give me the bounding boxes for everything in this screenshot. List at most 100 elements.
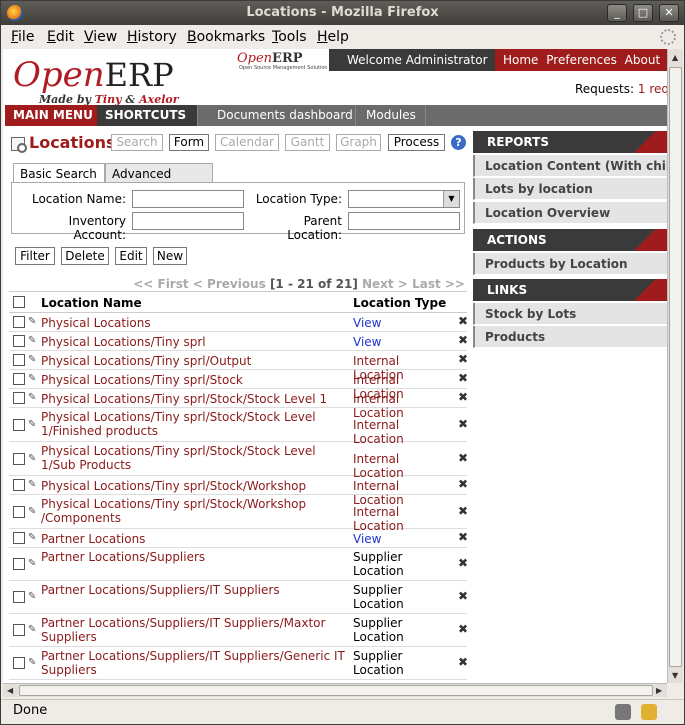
link-products[interactable]: Products	[473, 326, 667, 348]
location-name-cell[interactable]: Partner Locations/Suppliers/IT Suppliers…	[41, 616, 347, 644]
minimize-button[interactable]: _	[607, 4, 627, 22]
location-name-cell[interactable]: Physical Locations/Tiny sprl/Stock/Stock…	[41, 392, 347, 406]
row-checkbox[interactable]	[13, 479, 25, 491]
menu-help[interactable]: Help	[317, 29, 349, 45]
delete-row-icon[interactable]: ✖	[458, 622, 467, 636]
hscroll-thumb[interactable]	[19, 685, 653, 696]
horizontal-scrollbar[interactable]: ◀ ▶	[3, 683, 667, 697]
row-checkbox[interactable]	[13, 657, 25, 669]
delete-row-icon[interactable]: ✖	[458, 655, 467, 669]
bug-icon[interactable]	[615, 704, 631, 720]
view-search-button[interactable]: Search	[111, 134, 163, 151]
table-row[interactable]: ✎ Partner Locations View ✖	[9, 529, 467, 548]
delete-row-icon[interactable]: ✖	[458, 333, 467, 347]
location-name-cell[interactable]: Partner Locations/Suppliers/IT Suppliers	[41, 583, 347, 597]
delete-row-icon[interactable]: ✖	[458, 314, 467, 328]
delete-row-icon[interactable]: ✖	[458, 390, 467, 404]
table-row[interactable]: ✎ Physical Locations/Tiny sprl/Stock/Stoc…	[9, 408, 467, 446]
row-checkbox[interactable]	[13, 373, 25, 385]
edit-button[interactable]: Edit	[115, 247, 147, 265]
edit-pencil-icon[interactable]: ✎	[28, 479, 36, 490]
location-name-cell[interactable]: Physical Locations/Tiny sprl/Stock/Works…	[41, 479, 347, 493]
location-name-cell[interactable]: Partner Locations/Suppliers	[41, 550, 347, 564]
table-row[interactable]: ✎ Partner Locations/Suppliers/IT Supplier…	[9, 581, 467, 614]
row-checkbox[interactable]	[13, 392, 25, 404]
select-all-checkbox[interactable]	[13, 296, 25, 308]
table-row[interactable]: ✎ Physical Locations/Tiny sprl/Stock/Work…	[9, 495, 467, 533]
location-name-cell[interactable]: Physical Locations/Tiny sprl/Output	[41, 354, 347, 368]
home-link[interactable]: Home	[503, 53, 538, 67]
table-row[interactable]: ✎ Physical Locations/Tiny sprl/Stock/Work…	[9, 476, 467, 507]
edit-pencil-icon[interactable]: ✎	[28, 657, 36, 668]
scroll-up-icon[interactable]: ▲	[672, 53, 678, 62]
location-type-select[interactable]: ▼	[348, 190, 460, 208]
location-name-cell[interactable]: Physical Locations	[41, 316, 347, 330]
location-name-cell[interactable]: Partner Locations	[41, 532, 347, 546]
location-name-cell[interactable]: Physical Locations/Tiny sprl/Stock/Stock…	[41, 410, 347, 438]
table-row[interactable]: ✎ Physical Locations/Tiny sprl/Stock Inter…	[9, 370, 467, 401]
report-lots-by-location[interactable]: Lots by location	[473, 178, 667, 200]
row-checkbox[interactable]	[13, 558, 25, 570]
row-checkbox[interactable]	[13, 505, 25, 518]
view-graph-button[interactable]: Graph	[336, 134, 381, 151]
link-stock-by-lots[interactable]: Stock by Lots	[473, 303, 667, 325]
row-checkbox[interactable]	[13, 591, 25, 603]
new-button[interactable]: New	[153, 247, 187, 265]
delete-row-icon[interactable]: ✖	[458, 556, 467, 570]
delete-row-icon[interactable]: ✖	[458, 371, 467, 385]
menu-edit[interactable]: Edit	[47, 29, 74, 45]
edit-pencil-icon[interactable]: ✎	[28, 354, 36, 365]
edit-pencil-icon[interactable]: ✎	[28, 506, 36, 517]
location-name-cell[interactable]: Physical Locations/Tiny sprl/Stock	[41, 373, 347, 387]
action-products-by-location[interactable]: Products by Location	[473, 253, 667, 275]
row-checkbox[interactable]	[13, 624, 25, 636]
close-window-button[interactable]: ✕	[659, 4, 679, 22]
openerp-logo[interactable]: OpenERP Made by Tiny & Axelor	[13, 55, 179, 106]
inventory-account-input[interactable]	[132, 212, 244, 230]
table-row[interactable]: ✎ Physical Locations/Tiny sprl/Stock/Stoc…	[9, 389, 467, 420]
report-location-content[interactable]: Location Content (With children)	[473, 155, 667, 177]
about-link[interactable]: About	[625, 53, 660, 67]
table-row[interactable]: ✎ Partner Locations/Suppliers Supplier Loc…	[9, 548, 467, 581]
location-name-cell[interactable]: Physical Locations/Tiny sprl	[41, 335, 347, 349]
edit-pencil-icon[interactable]: ✎	[28, 558, 36, 569]
shortcuts-button[interactable]: SHORTCUTS	[97, 105, 197, 126]
column-location-type[interactable]: Location Type	[353, 296, 446, 310]
vertical-scrollbar[interactable]: ▲ ▼	[667, 49, 683, 683]
scroll-left-icon[interactable]: ◀	[7, 686, 13, 695]
location-name-cell[interactable]: Physical Locations/Tiny sprl/Stock/Stock…	[41, 444, 347, 472]
edit-pencil-icon[interactable]: ✎	[28, 591, 36, 602]
table-row[interactable]: ✎ Physical Locations View ✖	[9, 313, 467, 332]
menu-bookmarks[interactable]: Bookmarks	[187, 29, 265, 45]
pager-last[interactable]: Last >>	[412, 277, 465, 291]
table-row[interactable]: ✎ Physical Locations/Tiny sprl/Stock/Stoc…	[9, 442, 467, 480]
help-icon[interactable]: ?	[451, 135, 466, 150]
view-process-button[interactable]: Process	[388, 134, 445, 151]
row-checkbox[interactable]	[13, 418, 25, 431]
delete-row-icon[interactable]: ✖	[458, 589, 467, 603]
edit-pencil-icon[interactable]: ✎	[28, 373, 36, 384]
edit-pencil-icon[interactable]: ✎	[28, 532, 36, 543]
location-name-cell[interactable]: Partner Locations/Suppliers/IT Suppliers…	[41, 649, 347, 677]
edit-pencil-icon[interactable]: ✎	[28, 316, 36, 327]
location-name-cell[interactable]: Physical Locations/Tiny sprl/Stock/Works…	[41, 497, 347, 525]
parent-location-input[interactable]	[348, 212, 460, 230]
column-location-name[interactable]: Location Name	[41, 296, 142, 310]
row-checkbox[interactable]	[13, 316, 25, 328]
scroll-down-icon[interactable]: ▼	[672, 671, 678, 680]
edit-pencil-icon[interactable]: ✎	[28, 453, 36, 464]
scroll-thumb[interactable]	[669, 67, 682, 667]
row-checkbox[interactable]	[13, 452, 25, 465]
view-calendar-button[interactable]: Calendar	[215, 134, 279, 151]
delete-button[interactable]: Delete	[61, 247, 109, 265]
nav-documents-dashboard[interactable]: Documents dashboard	[217, 108, 353, 122]
tab-basic-search[interactable]: Basic Search	[13, 163, 105, 183]
view-gantt-button[interactable]: Gantt	[285, 134, 330, 151]
filter-button[interactable]: Filter	[15, 247, 55, 265]
pager-previous[interactable]: < Previous	[193, 277, 266, 291]
delete-row-icon[interactable]: ✖	[458, 477, 467, 491]
table-row[interactable]: ✎ Partner Locations/Suppliers/IT Supplier…	[9, 614, 467, 647]
scroll-right-icon[interactable]: ▶	[656, 686, 662, 695]
row-checkbox[interactable]	[13, 354, 25, 366]
edit-pencil-icon[interactable]: ✎	[28, 335, 36, 346]
